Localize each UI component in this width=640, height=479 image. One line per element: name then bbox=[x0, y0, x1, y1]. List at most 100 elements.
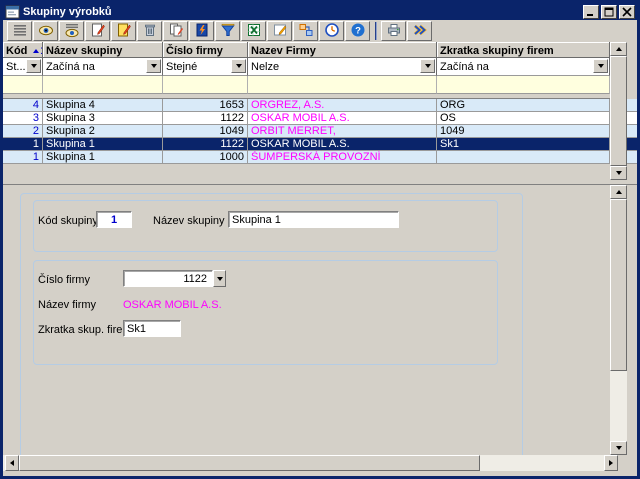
quick-search-cell[interactable] bbox=[163, 76, 248, 94]
history-button[interactable] bbox=[319, 21, 344, 41]
detail-panel: Kód skupiny 1 Název skupiny Skupina 1 Čí… bbox=[3, 185, 637, 455]
table-row[interactable]: 4 Skupina 4 1653 ORGREZ, A.S. ORG bbox=[3, 99, 637, 112]
cell-kod: 2 bbox=[3, 125, 43, 137]
cell-nazev-skupiny: Skupina 3 bbox=[43, 112, 163, 124]
data-grid: Kód 1 Název skupiny Číslo firmy Nazev Fi… bbox=[3, 42, 637, 180]
cell-cislo-firmy: 1049 bbox=[163, 125, 248, 137]
cell-kod: 4 bbox=[3, 99, 43, 111]
filter-combo-nazev-skupiny[interactable]: Začíná na bbox=[43, 58, 163, 76]
quick-search-cell[interactable] bbox=[248, 76, 437, 94]
filter-combo-nazev-firmy[interactable]: Nelze bbox=[248, 58, 437, 76]
summary-view-button[interactable] bbox=[59, 21, 84, 41]
export-excel-button[interactable] bbox=[241, 21, 266, 41]
column-header-nazev-skupiny[interactable]: Název skupiny bbox=[43, 42, 163, 58]
cell-nazev-firmy: OSKAR MOBIL A.S. bbox=[248, 112, 437, 124]
cell-nazev-skupiny: Skupina 4 bbox=[43, 99, 163, 111]
quick-search-cell[interactable] bbox=[3, 76, 43, 94]
trash-icon bbox=[142, 22, 158, 41]
sort-ascending-indicator: 1 bbox=[33, 45, 43, 57]
nazev-skupiny-field[interactable]: Skupina 1 bbox=[228, 211, 399, 228]
nazev-firmy-label: Název firmy bbox=[38, 299, 96, 311]
window-icon bbox=[5, 5, 20, 19]
relations-button[interactable] bbox=[293, 21, 318, 41]
cell-nazev-skupiny: Skupina 1 bbox=[43, 138, 163, 150]
edit-document-icon bbox=[116, 22, 132, 41]
minimize-button[interactable] bbox=[583, 5, 599, 19]
view-button[interactable] bbox=[33, 21, 58, 41]
cell-zkratka: Sk1 bbox=[437, 138, 610, 150]
copy-record-button[interactable] bbox=[163, 21, 188, 41]
chevron-down-icon[interactable] bbox=[420, 59, 435, 73]
app-window: Skupiny výrobků bbox=[0, 0, 640, 479]
table-row[interactable]: 2 Skupina 2 1049 ORBIT MERRET, 1049 bbox=[3, 125, 637, 138]
horizontal-scrollbar[interactable] bbox=[3, 455, 618, 471]
filter-button[interactable] bbox=[215, 21, 240, 41]
note-button[interactable] bbox=[267, 21, 292, 41]
filter-combo-cislo-firmy[interactable]: Stejné bbox=[163, 58, 248, 76]
cell-zkratka: OS bbox=[437, 112, 610, 124]
maximize-button[interactable] bbox=[601, 5, 617, 19]
new-record-button[interactable] bbox=[85, 21, 110, 41]
table-row[interactable]: 1 Skupina 1 1000 ŠUMPERSKÁ PROVOZNÍ bbox=[3, 151, 637, 164]
scroll-down-button[interactable] bbox=[610, 166, 627, 180]
scrollbar-thumb[interactable] bbox=[610, 56, 627, 166]
note-pencil-icon bbox=[272, 22, 288, 41]
cell-zkratka bbox=[437, 151, 610, 163]
group-firma bbox=[33, 260, 498, 365]
cell-cislo-firmy: 1000 bbox=[163, 151, 248, 163]
column-header-cislo-firmy[interactable]: Číslo firmy bbox=[163, 42, 248, 58]
bulk-change-button[interactable] bbox=[189, 21, 214, 41]
scroll-up-button[interactable] bbox=[610, 185, 627, 199]
delete-record-button[interactable] bbox=[137, 21, 162, 41]
scrollbar-thumb[interactable] bbox=[610, 199, 627, 371]
nazev-skupiny-label: Název skupiny bbox=[153, 215, 225, 227]
filter-combo-zkratka[interactable]: Začíná na bbox=[437, 58, 610, 76]
chevron-down-icon[interactable] bbox=[593, 59, 608, 73]
quick-search-cell[interactable] bbox=[437, 76, 610, 94]
scroll-left-button[interactable] bbox=[5, 455, 19, 471]
detail-vertical-scrollbar[interactable] bbox=[610, 185, 627, 455]
scroll-right-button[interactable] bbox=[604, 455, 618, 471]
svg-text:?: ? bbox=[355, 25, 361, 36]
cell-nazev-firmy: OSKAR MOBIL A.S. bbox=[248, 138, 437, 150]
column-header-zkratka[interactable]: Zkratka skupiny firem bbox=[437, 42, 610, 58]
bulk-change-icon bbox=[194, 22, 210, 41]
quick-search-cell[interactable] bbox=[43, 76, 163, 94]
zkratka-field[interactable]: Sk1 bbox=[123, 320, 181, 337]
cell-nazev-firmy: ŠUMPERSKÁ PROVOZNÍ bbox=[248, 151, 437, 163]
column-header-kod[interactable]: Kód 1 bbox=[3, 42, 43, 58]
window-controls bbox=[583, 5, 635, 19]
toolbar-separator bbox=[375, 22, 377, 40]
edit-record-button[interactable] bbox=[111, 21, 136, 41]
kod-skupiny-label: Kód skupiny bbox=[38, 215, 98, 227]
excel-icon bbox=[246, 22, 262, 41]
help-button[interactable]: ? bbox=[345, 21, 370, 41]
forward-button[interactable] bbox=[407, 21, 432, 41]
table-row[interactable]: 3 Skupina 3 1122 OSKAR MOBIL A.S. OS bbox=[3, 112, 637, 125]
cislo-firmy-lookup-button[interactable] bbox=[213, 270, 226, 287]
scroll-up-button[interactable] bbox=[610, 42, 627, 56]
scroll-down-button[interactable] bbox=[610, 441, 627, 455]
filter-combo-kod[interactable]: St... bbox=[3, 58, 43, 76]
cell-kod: 1 bbox=[3, 151, 43, 163]
column-header-nazev-firmy[interactable]: Nazev Firmy bbox=[248, 42, 437, 58]
list-view-button[interactable] bbox=[7, 21, 32, 41]
clock-icon bbox=[324, 22, 340, 41]
grid-filter-row: St... Začíná na Stejné Nelze Začíná na bbox=[3, 58, 637, 76]
chevron-down-icon[interactable] bbox=[26, 59, 41, 73]
table-row-selected[interactable]: 1 Skupina 1 1122 OSKAR MOBIL A.S. Sk1 bbox=[3, 138, 637, 151]
grid-vertical-scrollbar[interactable] bbox=[610, 42, 627, 180]
copy-document-icon bbox=[168, 22, 184, 41]
print-button[interactable] bbox=[381, 21, 406, 41]
chevron-down-icon[interactable] bbox=[146, 59, 161, 73]
filter-funnel-icon bbox=[220, 22, 236, 41]
new-document-icon bbox=[90, 22, 106, 41]
cislo-firmy-field[interactable]: 1122 bbox=[123, 270, 213, 287]
cell-kod: 3 bbox=[3, 112, 43, 124]
chevron-down-icon[interactable] bbox=[231, 59, 246, 73]
cell-nazev-firmy: ORGREZ, A.S. bbox=[248, 99, 437, 111]
help-icon: ? bbox=[350, 22, 366, 41]
close-button[interactable] bbox=[619, 5, 635, 19]
kod-skupiny-field[interactable]: 1 bbox=[96, 211, 132, 228]
scrollbar-thumb[interactable] bbox=[19, 455, 480, 471]
